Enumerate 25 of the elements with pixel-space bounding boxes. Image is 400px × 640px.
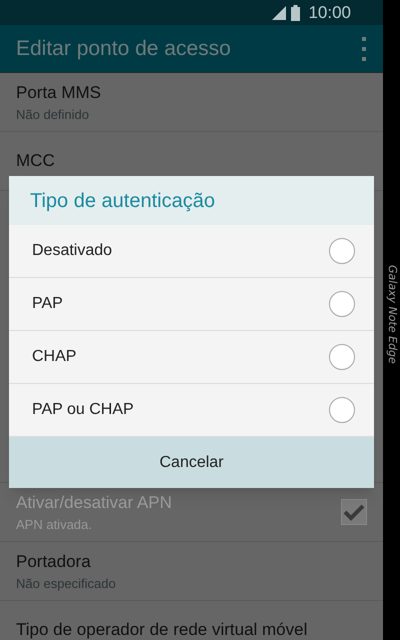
radio-button[interactable]: [329, 344, 355, 370]
setting-title: MCC: [16, 150, 55, 172]
radio-button[interactable]: [329, 238, 355, 264]
clock: 10:00: [308, 2, 351, 24]
radio-button[interactable]: [329, 291, 355, 317]
screen-title: Editar ponto de acesso: [16, 36, 231, 62]
setting-summary: Não especificado: [16, 575, 116, 593]
option-row[interactable]: Desativado: [9, 225, 374, 278]
option-label: Desativado: [32, 241, 112, 261]
option-row[interactable]: CHAP: [9, 331, 374, 384]
radio-button[interactable]: [329, 397, 355, 423]
option-label: CHAP: [32, 347, 76, 367]
dialog-title: Tipo de autenticação: [30, 188, 215, 214]
option-label: PAP ou CHAP: [32, 400, 134, 420]
battery-icon: [291, 4, 300, 20]
edge-panel-label: Galaxy Note Edge: [384, 265, 400, 364]
setting-title: Portadora: [16, 550, 92, 572]
option-label: PAP: [32, 294, 63, 314]
option-row[interactable]: PAP: [9, 278, 374, 331]
setting-title: Porta MMS: [16, 82, 102, 104]
more-options-icon[interactable]: [361, 36, 367, 62]
setting-title: Tipo de operador de rede virtual móvel: [16, 619, 308, 640]
setting-summary: Não definido: [16, 106, 90, 124]
signal-icon: [271, 6, 288, 20]
cancel-button[interactable]: Cancelar: [9, 437, 374, 488]
